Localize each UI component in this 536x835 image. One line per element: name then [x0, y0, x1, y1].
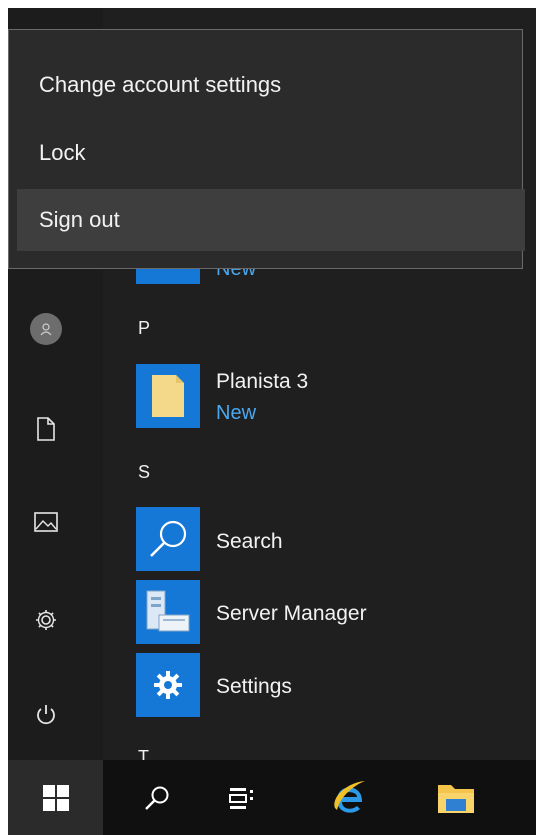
user-avatar-icon	[30, 313, 62, 345]
search-icon	[150, 520, 187, 557]
power-icon	[37, 705, 55, 725]
sign-out-item[interactable]: Sign out	[17, 189, 525, 251]
internet-explorer-icon	[334, 780, 365, 813]
gear-icon	[154, 671, 182, 699]
group-header-t[interactable]: T	[138, 747, 149, 760]
documents-button[interactable]	[29, 412, 63, 446]
pictures-button[interactable]	[29, 505, 63, 539]
search-icon	[145, 786, 169, 810]
app-tile-server-manager[interactable]	[136, 580, 200, 644]
server-manager-icon	[146, 590, 190, 632]
settings-button[interactable]	[29, 603, 63, 637]
settings-icon	[36, 610, 56, 630]
app-tile-planista[interactable]	[136, 364, 200, 428]
folder-icon	[152, 375, 184, 417]
windows-start-icon	[42, 784, 69, 811]
app-name-planista[interactable]: Planista 3	[216, 370, 308, 394]
app-tile-settings[interactable]	[136, 653, 200, 717]
task-view-button[interactable]	[206, 760, 278, 835]
group-header-p[interactable]: P	[138, 318, 150, 339]
app-name-server-manager[interactable]: Server Manager	[216, 602, 367, 626]
start-button[interactable]	[8, 760, 103, 835]
file-explorer-button[interactable]	[420, 760, 492, 835]
pictures-icon	[34, 512, 58, 532]
file-explorer-icon	[438, 784, 474, 813]
lock-item[interactable]: Lock	[17, 122, 525, 184]
app-name-settings[interactable]: Settings	[216, 675, 292, 699]
app-name-search[interactable]: Search	[216, 530, 283, 554]
documents-icon	[37, 417, 55, 441]
taskbar-search-button[interactable]	[121, 760, 193, 835]
power-button[interactable]	[29, 698, 63, 732]
user-account-button[interactable]	[29, 312, 63, 346]
app-badge-new: New	[216, 402, 257, 424]
account-flyout-menu: Change account settings Lock Sign out	[8, 29, 525, 269]
change-account-settings-item[interactable]: Change account settings	[17, 54, 525, 116]
group-header-s[interactable]: S	[138, 462, 150, 483]
internet-explorer-button[interactable]	[313, 760, 385, 835]
app-tile-search[interactable]	[136, 507, 200, 571]
task-view-icon	[229, 787, 253, 809]
taskbar	[8, 760, 536, 835]
